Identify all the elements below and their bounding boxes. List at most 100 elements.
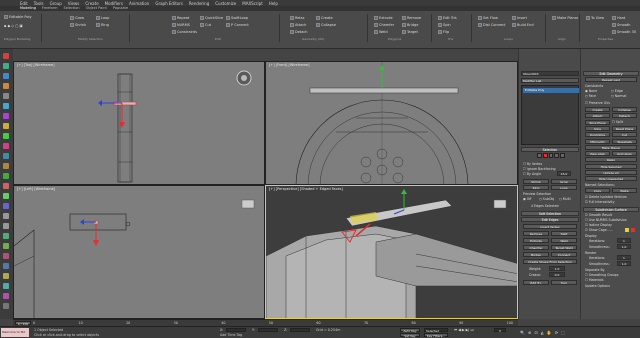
chamfer-button[interactable]: Chamfer — [374, 23, 394, 27]
grow-button[interactable]: Grow — [70, 16, 84, 20]
menu-item-rendering[interactable]: Rendering — [189, 1, 209, 6]
viewport-front[interactable]: [+] [Front] [Wireframe] — [265, 61, 518, 185]
p-connect-button[interactable]: P Connect — [226, 23, 249, 27]
smooth-30-button[interactable]: Smooth 30 — [612, 30, 636, 34]
render-icon[interactable] — [3, 193, 9, 199]
full-interactivity-checkbox[interactable]: ☑ Full Interactivity — [585, 200, 615, 204]
repeat-last-button[interactable]: Repeat Last — [585, 77, 637, 82]
unhide-all-button[interactable]: Unhide All — [585, 170, 637, 175]
constraint-edge-radio[interactable]: ○ Edge — [611, 89, 623, 93]
show-cage-checkbox[interactable]: ☑ Show Cage...... — [585, 228, 613, 232]
build-end-button[interactable]: Build End — [512, 23, 534, 27]
shrink-button[interactable]: Shrink — [70, 23, 86, 27]
key-filters-button[interactable]: Key Filters... — [424, 333, 448, 338]
render-frame-icon[interactable] — [3, 183, 9, 189]
mirror-icon[interactable] — [3, 113, 9, 119]
ring-button[interactable]: Ring — [96, 23, 109, 27]
schematic-icon[interactable] — [3, 153, 9, 159]
select-icon[interactable] — [3, 53, 9, 59]
subdivision-surface-header[interactable]: Subdivision Surface — [583, 207, 639, 212]
viewport-left[interactable]: [+] [Left] [Wireframe] — [13, 185, 265, 319]
constraint-normal-radio[interactable]: ○ Normal — [611, 94, 626, 98]
quickslice-button[interactable]: QuickSlice — [200, 16, 223, 20]
modifier-list-dropdown[interactable]: Modifier List — [521, 78, 579, 83]
isoline-display-checkbox[interactable]: ☑ Isoline Display — [585, 223, 612, 227]
editable-poly-dropdown[interactable]: Editable Poly — [4, 15, 32, 19]
make-planar-button-panel[interactable]: Make Planar — [585, 145, 637, 150]
spinner-snap-icon[interactable] — [3, 263, 9, 269]
menu-item-group[interactable]: Group — [50, 1, 62, 6]
constraints-button[interactable]: Constraints — [172, 30, 197, 34]
rotate-icon[interactable] — [3, 73, 9, 79]
delete-isolated-checkbox[interactable]: ☑ Delete Isolated Vertices — [585, 195, 627, 199]
materials-checkbox[interactable]: ☐ Materials — [585, 278, 604, 282]
connect-button-panel[interactable]: Connect — [551, 252, 577, 257]
next-frame-icon[interactable]: ▶| — [466, 328, 470, 332]
menu-item-graph-editors[interactable]: Graph Editors — [155, 1, 182, 6]
selection-rollout-header[interactable]: Selection — [521, 147, 579, 152]
render-iterations-spinner[interactable]: 1 — [617, 255, 631, 260]
collapse-button[interactable]: Collapse — [316, 23, 336, 27]
paste-button[interactable]: Paste — [612, 188, 637, 193]
bridge-button[interactable]: Bridge — [402, 23, 418, 27]
msmooth-button[interactable]: MSmooth — [585, 139, 610, 144]
stack-item-editable-poly[interactable]: Editable Poly — [523, 88, 579, 93]
render-smoothness-spinner[interactable]: 1.0 — [617, 261, 631, 266]
repeat-button[interactable]: Repeat — [172, 16, 189, 20]
detach-button-panel[interactable]: Detach — [612, 113, 637, 118]
toggle-ribbon-icon[interactable] — [3, 283, 9, 289]
auto-key-button[interactable]: Auto Key — [400, 328, 420, 333]
split-checkbox[interactable]: ☐ Split — [612, 120, 623, 124]
play-icon[interactable]: ▶ — [462, 328, 465, 332]
cage-selection-color-swatch[interactable] — [631, 228, 635, 232]
nurms-button[interactable]: NURMS — [172, 23, 190, 27]
hide-unselected-button[interactable]: Hide Unselected — [585, 176, 637, 181]
swiftloop-button[interactable]: SwiftLoop — [226, 16, 248, 20]
display-smoothness-spinner[interactable]: 1.0 — [617, 244, 631, 249]
polygon-level-icon[interactable] — [554, 153, 560, 158]
use-nurms-checkbox[interactable]: ☐ Use NURMS Subdivision — [585, 218, 627, 222]
flip-button[interactable]: Flip — [438, 30, 449, 34]
soft-selection-rollout-header[interactable]: Soft Selection — [521, 211, 579, 216]
time-slider[interactable]: 0 / 100 — [15, 321, 31, 326]
align-icon[interactable] — [3, 123, 9, 129]
relax-button-panel[interactable]: Relax — [585, 157, 637, 162]
pivot-icon[interactable] — [3, 243, 9, 249]
menu-item-edit[interactable]: Edit — [20, 1, 28, 6]
weld-button[interactable]: Weld — [374, 30, 388, 34]
smooth-button[interactable]: Smooth — [612, 23, 631, 27]
menu-item-tools[interactable]: Tools — [34, 1, 44, 6]
detach-button[interactable]: Detach — [290, 30, 308, 34]
zoom-all-icon[interactable]: ⊕ — [528, 330, 531, 335]
edit-named-icon[interactable] — [3, 273, 9, 279]
tessellate-button[interactable]: Tessellate — [612, 139, 637, 144]
curve-editor-icon[interactable] — [3, 143, 9, 149]
subobject-icons[interactable]: ▪ ◆ ◇ ▢ ▣ — [4, 24, 23, 28]
edit-tri-button[interactable]: Edit Tri. — [523, 280, 549, 285]
reset-plane-button[interactable]: Reset Plane — [612, 126, 637, 131]
chamfer-button-panel[interactable]: Chamfer — [523, 245, 549, 250]
insert-button[interactable]: Insert — [512, 16, 527, 20]
create-button-panel[interactable]: Create — [585, 107, 610, 112]
go-to-end-icon[interactable]: ⏭ — [470, 328, 473, 332]
border-level-icon[interactable] — [548, 153, 554, 158]
angle-spinner[interactable]: 45.0 — [557, 171, 571, 176]
menu-item-help[interactable]: Help — [269, 1, 278, 6]
create-button[interactable]: Create — [316, 16, 333, 20]
smoothing-groups-checkbox[interactable]: ☐ Smoothing Groups — [585, 273, 618, 277]
to-view-button[interactable]: To View — [586, 16, 604, 20]
material-editor-icon[interactable] — [3, 163, 9, 169]
orbit-icon[interactable]: ⟳ — [555, 330, 558, 335]
smooth-result-checkbox[interactable]: ☑ Smooth Result — [585, 213, 612, 217]
object-name-field[interactable]: Object003 — [521, 71, 579, 76]
by-angle-checkbox[interactable]: ☐ By Angle — [523, 172, 541, 176]
constraint-face-radio[interactable]: ○ Face — [585, 94, 596, 98]
window-crossing-icon[interactable] — [3, 233, 9, 239]
named-selection-icon[interactable] — [3, 203, 9, 209]
ignore-backfacing-checkbox[interactable]: ☐ Ignore Backfacing — [523, 167, 556, 171]
undo-icon[interactable] — [3, 213, 9, 219]
vertex-level-icon[interactable] — [537, 153, 542, 158]
set-key-button[interactable]: Set Key — [400, 333, 420, 338]
target-weld-button-panel[interactable]: Target Weld — [551, 245, 577, 250]
timeline[interactable]: 0 / 100 0 10 20 30 40 50 60 70 80 90 100 — [13, 319, 518, 326]
